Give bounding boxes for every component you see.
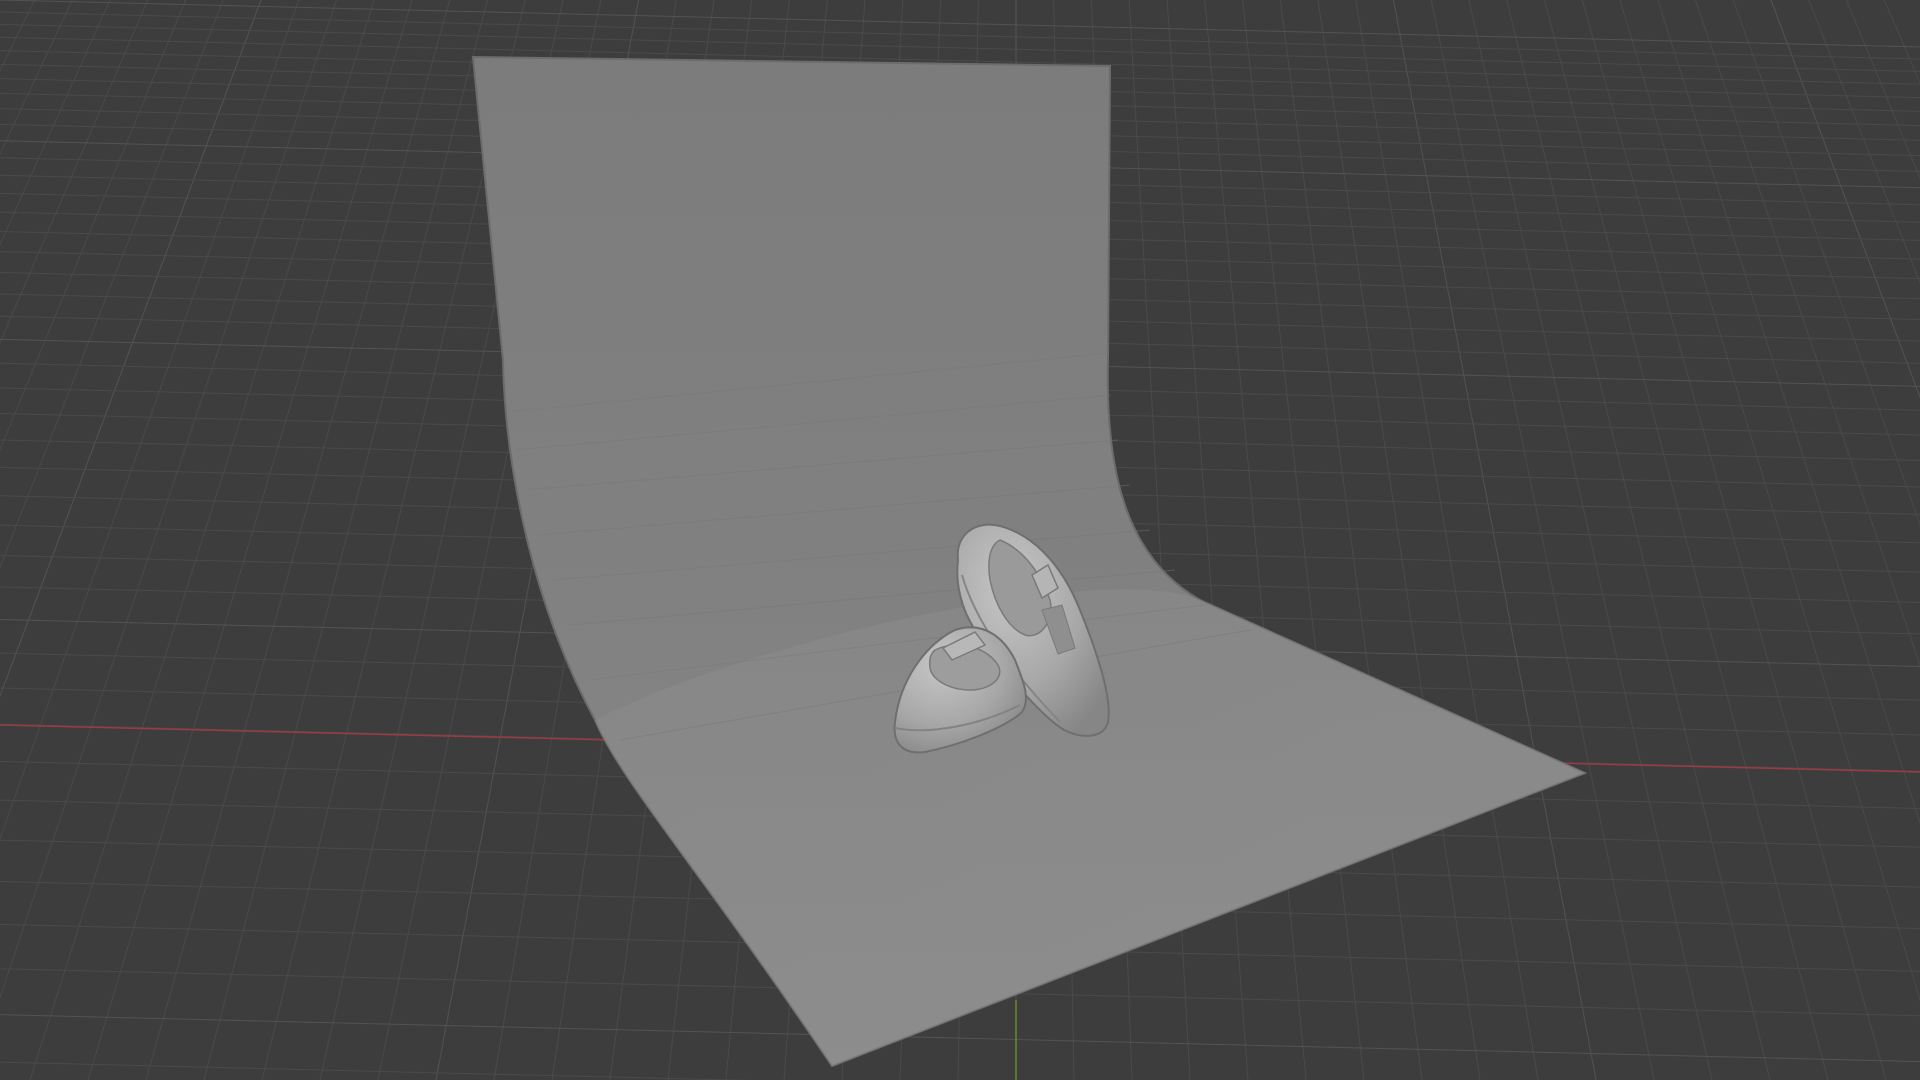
grid-line: [0, 1014, 1920, 1063]
viewport-canvas[interactable]: [0, 0, 1920, 1080]
3d-viewport[interactable]: [0, 0, 1920, 1080]
grid-line: [0, 0, 1920, 48]
grid-line: [0, 11, 1920, 60]
grid-line: [0, 1061, 752, 1080]
